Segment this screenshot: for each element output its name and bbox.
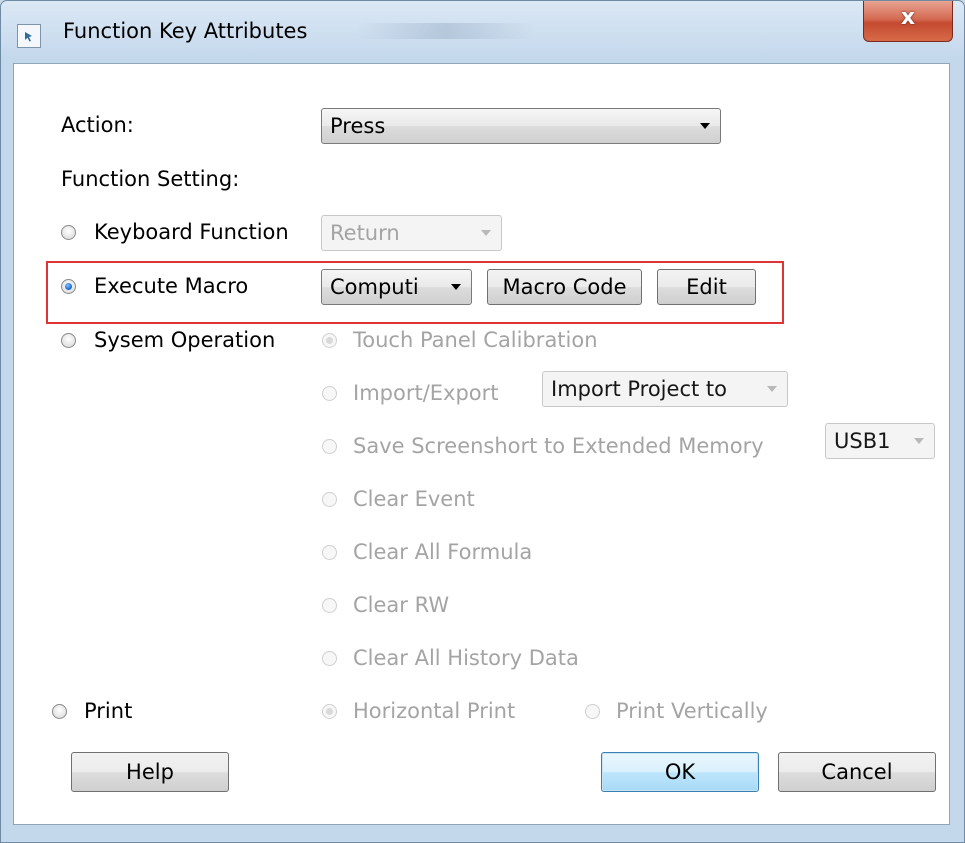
print-radio[interactable] xyxy=(52,704,67,719)
keyboard-function-select[interactable]: Return xyxy=(321,215,502,251)
cancel-button[interactable]: Cancel xyxy=(778,752,936,792)
import-export-select[interactable]: Import Project to xyxy=(542,371,788,407)
chevron-down-icon xyxy=(914,438,924,444)
horizontal-print-label[interactable]: Horizontal Print xyxy=(353,699,515,723)
clear-history-label[interactable]: Clear All History Data xyxy=(353,646,579,670)
keyboard-function-label[interactable]: Keyboard Function xyxy=(94,220,289,244)
chevron-down-icon xyxy=(767,386,777,392)
background-window-ghost xyxy=(356,23,536,39)
print-vertically-label[interactable]: Print Vertically xyxy=(616,699,768,723)
touch-panel-radio[interactable] xyxy=(322,333,337,348)
action-select[interactable]: Press xyxy=(321,108,721,144)
close-button[interactable]: x xyxy=(863,1,953,42)
clear-all-formula-radio[interactable] xyxy=(322,545,337,560)
close-icon: x xyxy=(900,5,916,30)
clear-rw-label[interactable]: Clear RW xyxy=(353,593,449,617)
print-vertically-radio[interactable] xyxy=(585,704,600,719)
action-select-value: Press xyxy=(330,114,386,138)
action-label: Action: xyxy=(61,113,134,137)
system-operation-radio[interactable] xyxy=(61,333,76,348)
clear-all-formula-label[interactable]: Clear All Formula xyxy=(353,540,532,564)
import-export-label[interactable]: Import/Export xyxy=(353,381,499,405)
clear-history-radio[interactable] xyxy=(322,651,337,666)
dialog-window: Function Key Attributes x Action: Press … xyxy=(0,0,965,843)
horizontal-print-radio[interactable] xyxy=(322,704,337,719)
app-icon xyxy=(17,24,41,48)
clear-event-label[interactable]: Clear Event xyxy=(353,487,475,511)
keyboard-function-value: Return xyxy=(330,221,400,245)
save-screenshot-label[interactable]: Save Screenshort to Extended Memory xyxy=(353,434,764,458)
window-title: Function Key Attributes xyxy=(63,19,308,43)
keyboard-function-radio[interactable] xyxy=(61,225,76,240)
clear-rw-radio[interactable] xyxy=(322,598,337,613)
ok-button[interactable]: OK xyxy=(601,752,759,792)
save-screenshot-radio[interactable] xyxy=(322,439,337,454)
chevron-down-icon xyxy=(700,123,710,129)
usb-select-value: USB1 xyxy=(834,429,891,453)
clear-event-radio[interactable] xyxy=(322,492,337,507)
highlight-box xyxy=(46,261,784,324)
system-operation-label[interactable]: Sysem Operation xyxy=(94,328,275,352)
print-label[interactable]: Print xyxy=(84,699,132,723)
touch-panel-label[interactable]: Touch Panel Calibration xyxy=(353,328,598,352)
chevron-down-icon xyxy=(481,230,491,236)
dialog-body: Action: Press Function Setting: Keyboard… xyxy=(13,63,950,825)
help-button[interactable]: Help xyxy=(71,752,229,792)
usb-select[interactable]: USB1 xyxy=(825,423,935,459)
import-export-value: Import Project to xyxy=(551,377,727,401)
import-export-radio[interactable] xyxy=(322,386,337,401)
title-bar[interactable]: Function Key Attributes x xyxy=(1,1,964,63)
function-setting-label: Function Setting: xyxy=(61,167,240,191)
